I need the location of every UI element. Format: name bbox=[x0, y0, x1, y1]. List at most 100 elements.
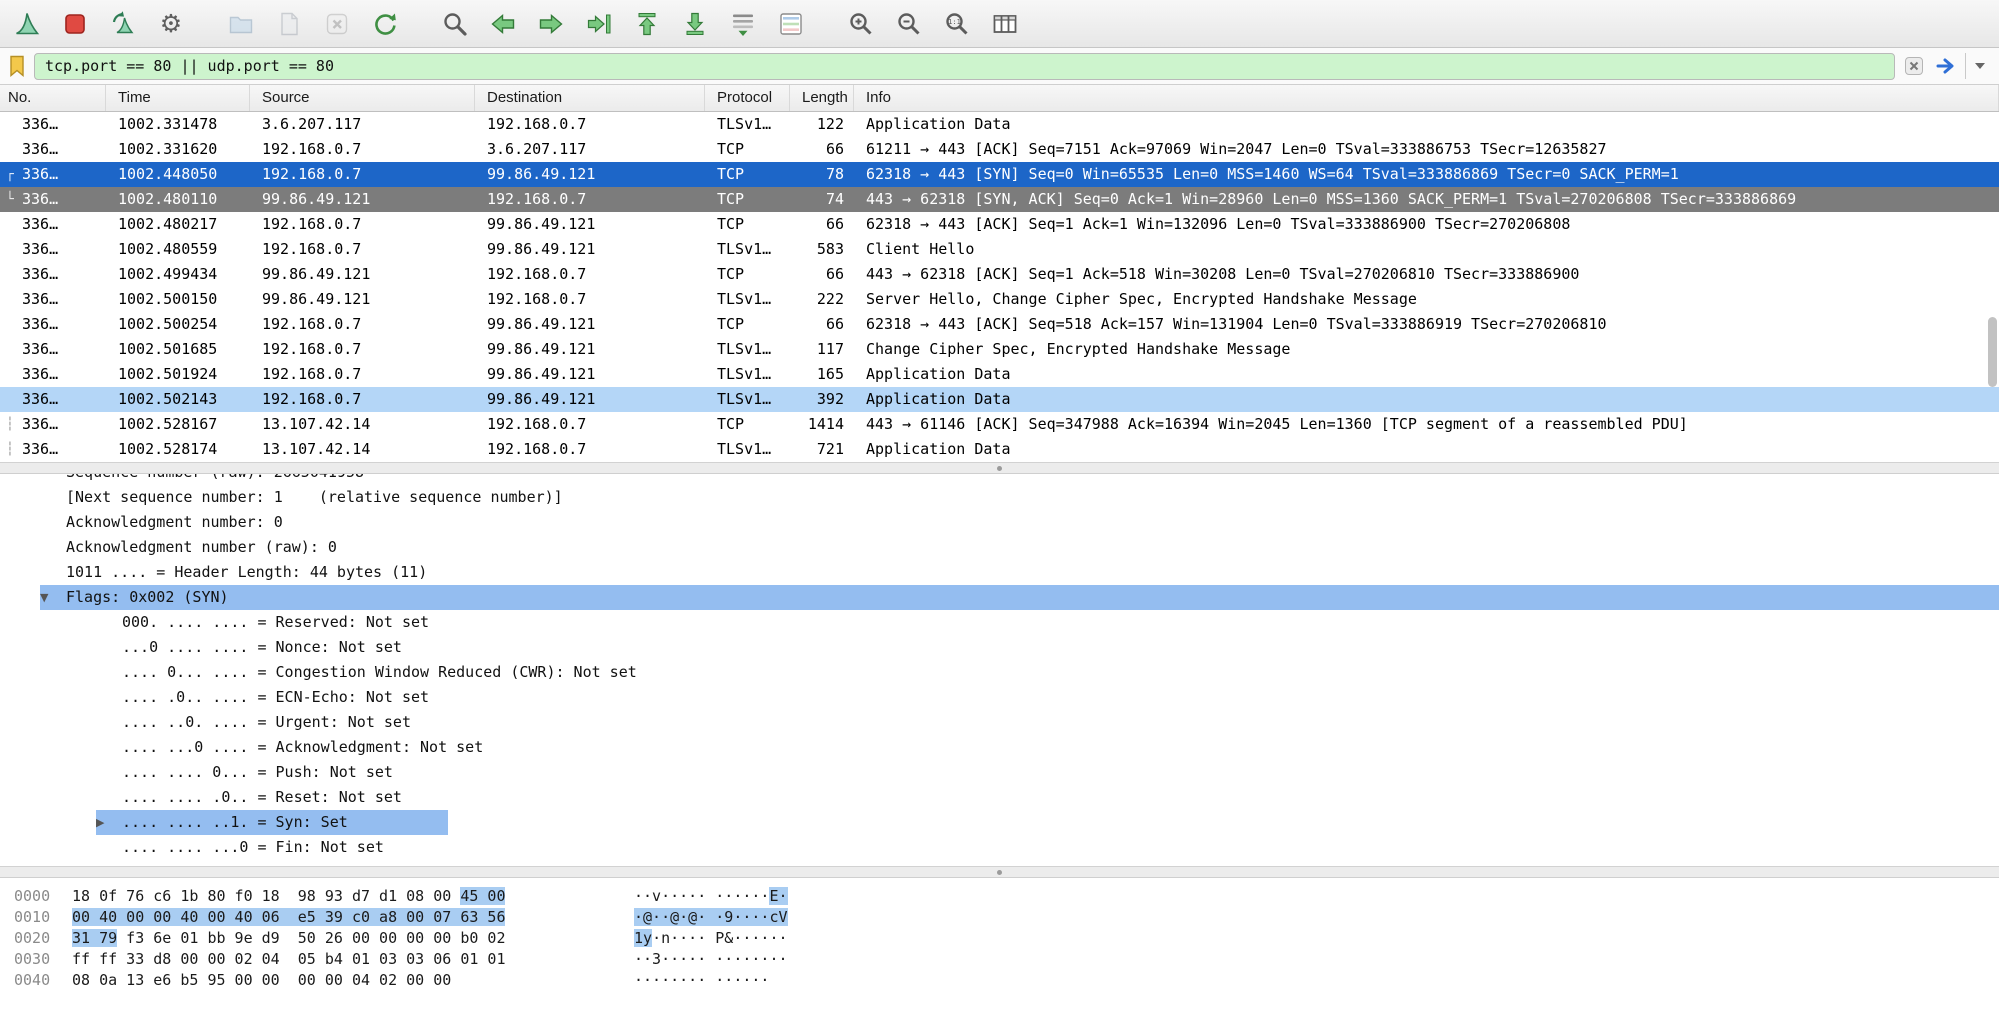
packet-row[interactable]: 336… 1002.499434 99.86.49.121 192.168.0.… bbox=[0, 262, 1999, 287]
packet-row[interactable]: ┌336… 1002.448050 192.168.0.7 99.86.49.1… bbox=[0, 162, 1999, 187]
pane-splitter-bottom[interactable] bbox=[0, 866, 1999, 878]
packet-row[interactable]: 336… 1002.331620 192.168.0.7 3.6.207.117… bbox=[0, 137, 1999, 162]
detail-line[interactable]: [Next sequence number: 1 (relative seque… bbox=[0, 485, 1999, 510]
hex-row[interactable]: 0000 18 0f 76 c6 1b 80 f0 18 98 93 d7 d1… bbox=[14, 886, 1999, 907]
hex-row[interactable]: 0010 00 40 00 00 40 00 40 06 e5 39 c0 a8… bbox=[14, 907, 1999, 928]
stop-capture-button[interactable] bbox=[58, 7, 92, 41]
detail-line[interactable]: .... .... 0... = Push: Not set bbox=[0, 760, 1999, 785]
detail-line[interactable]: Acknowledgment number (raw): 0 bbox=[0, 535, 1999, 560]
save-file-button[interactable] bbox=[272, 7, 306, 41]
detail-line[interactable]: 000. .... .... = Reserved: Not set bbox=[0, 610, 1999, 635]
detail-text: .... 0... .... = Congestion Window Reduc… bbox=[122, 660, 637, 685]
cell-source: 192.168.0.7 bbox=[250, 162, 475, 187]
stream-mark bbox=[6, 237, 22, 262]
hex-ascii[interactable]: ·@··@·@· ·9····cV bbox=[634, 907, 788, 928]
expander-icon[interactable] bbox=[40, 485, 66, 510]
go-back-button[interactable] bbox=[486, 7, 520, 41]
expander-icon[interactable] bbox=[96, 685, 122, 710]
packet-row[interactable]: └336… 1002.480110 99.86.49.121 192.168.0… bbox=[0, 187, 1999, 212]
filter-bookmark-button[interactable] bbox=[6, 53, 28, 79]
go-to-first-packet-button[interactable] bbox=[630, 7, 664, 41]
packet-row[interactable]: 336… 1002.501924 192.168.0.7 99.86.49.12… bbox=[0, 362, 1999, 387]
packet-row[interactable]: 336… 1002.480217 192.168.0.7 99.86.49.12… bbox=[0, 212, 1999, 237]
open-file-button[interactable] bbox=[224, 7, 258, 41]
colorize-button[interactable] bbox=[774, 7, 808, 41]
detail-line[interactable]: 1011 .... = Header Length: 44 bytes (11) bbox=[0, 560, 1999, 585]
packet-list-scrollbar-thumb[interactable] bbox=[1988, 317, 1997, 387]
column-header-length[interactable]: Length bbox=[790, 85, 854, 111]
find-packet-button[interactable] bbox=[438, 7, 472, 41]
detail-line[interactable]: .... .0.. .... = ECN-Echo: Not set bbox=[0, 685, 1999, 710]
detail-segment: Acknowledgment number (raw): 0 bbox=[40, 535, 337, 560]
hex-ascii[interactable]: ··3····· ········ bbox=[634, 949, 788, 970]
start-capture-button[interactable] bbox=[10, 7, 44, 41]
expander-icon[interactable] bbox=[40, 510, 66, 535]
hex-bytes[interactable]: 00 40 00 00 40 00 40 06 e5 39 c0 a8 00 0… bbox=[72, 907, 634, 928]
detail-line[interactable]: .... 0... .... = Congestion Window Reduc… bbox=[0, 660, 1999, 685]
auto-scroll-button[interactable] bbox=[726, 7, 760, 41]
packet-row[interactable]: 336… 1002.331478 3.6.207.117 192.168.0.7… bbox=[0, 112, 1999, 137]
go-to-last-packet-button[interactable] bbox=[678, 7, 712, 41]
expander-icon[interactable] bbox=[96, 660, 122, 685]
expander-icon[interactable] bbox=[40, 474, 66, 485]
expander-icon[interactable] bbox=[96, 835, 122, 860]
expander-icon[interactable] bbox=[96, 635, 122, 660]
detail-line[interactable]: ▼Flags: 0x002 (SYN) bbox=[0, 585, 1999, 610]
detail-line[interactable]: .... .... .0.. = Reset: Not set bbox=[0, 785, 1999, 810]
clear-filter-button[interactable] bbox=[1901, 53, 1927, 79]
hex-bytes[interactable]: 18 0f 76 c6 1b 80 f0 18 98 93 d7 d1 08 0… bbox=[72, 886, 634, 907]
expander-icon[interactable] bbox=[96, 785, 122, 810]
expander-icon[interactable]: ▶ bbox=[96, 810, 122, 835]
hex-row[interactable]: 0040 08 0a 13 e6 b5 95 00 00 00 00 04 02… bbox=[14, 970, 1999, 991]
detail-line[interactable]: ▶.... .... ..1. = Syn: Set bbox=[0, 810, 1999, 835]
column-header-protocol[interactable]: Protocol bbox=[705, 85, 790, 111]
hex-bytes[interactable]: 31 79 f3 6e 01 bb 9e d9 50 26 00 00 00 0… bbox=[72, 928, 634, 949]
filter-dropdown-button[interactable] bbox=[1965, 53, 1993, 79]
packet-row[interactable]: ┆336… 1002.528174 13.107.42.14 192.168.0… bbox=[0, 437, 1999, 462]
close-file-button[interactable] bbox=[320, 7, 354, 41]
hex-ascii[interactable]: ········ ······ bbox=[634, 970, 769, 991]
hex-ascii[interactable]: 1y·n···· P&······ bbox=[634, 928, 788, 949]
pane-splitter-top[interactable] bbox=[0, 462, 1999, 474]
column-header-destination[interactable]: Destination bbox=[475, 85, 705, 111]
detail-line[interactable]: .... .... ...0 = Fin: Not set bbox=[0, 835, 1999, 860]
hex-ascii[interactable]: ··v····· ······E· bbox=[634, 886, 788, 907]
go-forward-button[interactable] bbox=[534, 7, 568, 41]
column-header-info[interactable]: Info bbox=[854, 85, 1999, 111]
reload-button[interactable] bbox=[368, 7, 402, 41]
zoom-out-button[interactable] bbox=[892, 7, 926, 41]
expander-icon[interactable] bbox=[96, 760, 122, 785]
detail-line[interactable]: ...0 .... .... = Nonce: Not set bbox=[0, 635, 1999, 660]
packet-row[interactable]: 336… 1002.480559 192.168.0.7 99.86.49.12… bbox=[0, 237, 1999, 262]
column-header-no[interactable]: No. bbox=[0, 85, 106, 111]
column-header-time[interactable]: Time bbox=[106, 85, 250, 111]
expander-icon[interactable] bbox=[40, 535, 66, 560]
zoom-reset-button[interactable]: 1:1 bbox=[940, 7, 974, 41]
column-header-source[interactable]: Source bbox=[250, 85, 475, 111]
expander-icon[interactable] bbox=[96, 735, 122, 760]
zoom-in-button[interactable] bbox=[844, 7, 878, 41]
packet-row[interactable]: 336… 1002.502143 192.168.0.7 99.86.49.12… bbox=[0, 387, 1999, 412]
packet-row[interactable]: ┆336… 1002.528167 13.107.42.14 192.168.0… bbox=[0, 412, 1999, 437]
detail-line[interactable]: Sequence number (raw): 2665041958 bbox=[0, 474, 1999, 485]
capture-options-button[interactable]: ⚙ bbox=[154, 7, 188, 41]
detail-line[interactable]: Acknowledgment number: 0 bbox=[0, 510, 1999, 535]
detail-line[interactable]: .... ...0 .... = Acknowledgment: Not set bbox=[0, 735, 1999, 760]
go-to-packet-button[interactable] bbox=[582, 7, 616, 41]
restart-capture-button[interactable] bbox=[106, 7, 140, 41]
packet-row[interactable]: 336… 1002.500254 192.168.0.7 99.86.49.12… bbox=[0, 312, 1999, 337]
resize-columns-button[interactable] bbox=[988, 7, 1022, 41]
packet-row[interactable]: 336… 1002.501685 192.168.0.7 99.86.49.12… bbox=[0, 337, 1999, 362]
expander-icon[interactable] bbox=[40, 560, 66, 585]
expander-icon[interactable] bbox=[96, 610, 122, 635]
expander-icon[interactable]: ▼ bbox=[40, 585, 66, 610]
detail-line[interactable]: .... ..0. .... = Urgent: Not set bbox=[0, 710, 1999, 735]
expander-icon[interactable] bbox=[96, 710, 122, 735]
hex-row[interactable]: 0030 ff ff 33 d8 00 00 02 04 05 b4 01 03… bbox=[14, 949, 1999, 970]
packet-row[interactable]: 336… 1002.500150 99.86.49.121 192.168.0.… bbox=[0, 287, 1999, 312]
apply-filter-button[interactable] bbox=[1933, 53, 1959, 79]
hex-row[interactable]: 0020 31 79 f3 6e 01 bb 9e d9 50 26 00 00… bbox=[14, 928, 1999, 949]
display-filter-input[interactable] bbox=[34, 53, 1895, 80]
hex-bytes[interactable]: 08 0a 13 e6 b5 95 00 00 00 00 04 02 00 0… bbox=[72, 970, 634, 991]
hex-bytes[interactable]: ff ff 33 d8 00 00 02 04 05 b4 01 03 03 0… bbox=[72, 949, 634, 970]
